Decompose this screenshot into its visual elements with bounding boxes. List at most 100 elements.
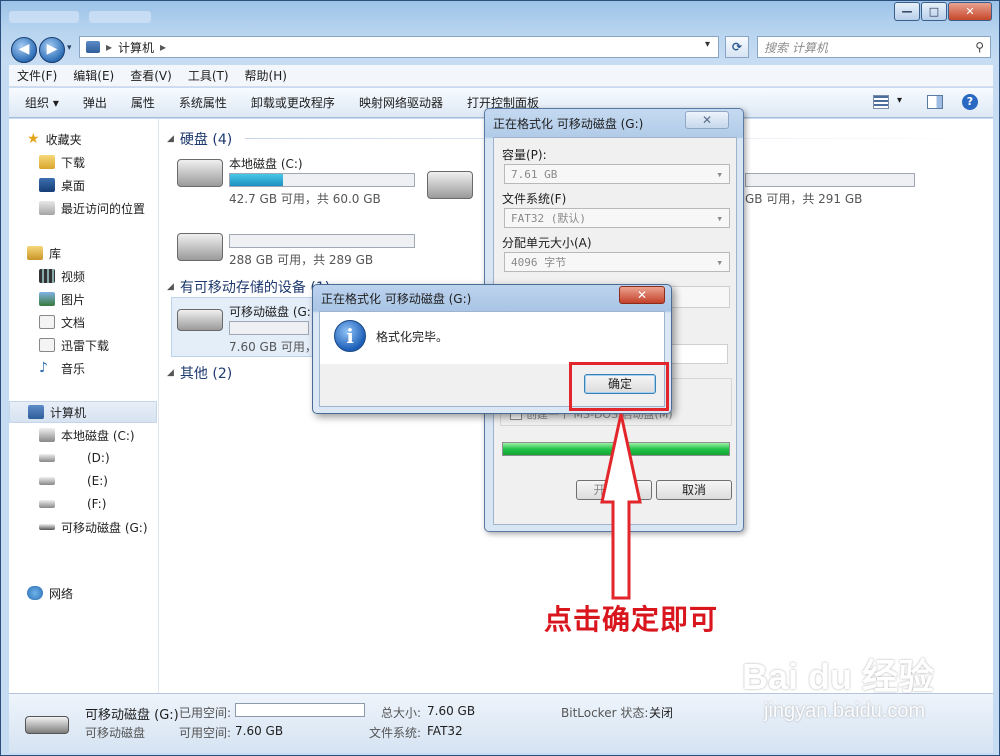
sidebar-item-recent-places[interactable]: 最近访问的位置 <box>39 198 145 218</box>
documents-icon <box>39 315 55 329</box>
cancel-button[interactable]: 取消 <box>656 480 732 500</box>
highlight-box <box>569 362 669 411</box>
sidebar-item-pictures[interactable]: 图片 <box>39 289 85 309</box>
organize-button[interactable]: 组织 ▾ <box>25 94 59 111</box>
sidebar-item-drive-g[interactable]: 可移动磁盘 (G:) <box>39 517 148 537</box>
group-removable[interactable]: ◢ 有可移动存储的设备 (1) <box>167 277 330 297</box>
collapse-chevron-icon: ◢ <box>167 282 174 292</box>
sidebar-libraries[interactable]: 库 <box>27 243 61 263</box>
desktop-icon <box>39 178 55 192</box>
menu-bar: 文件(F) 编辑(E) 查看(V) 工具(T) 帮助(H) <box>9 65 993 87</box>
sidebar-item-drive-e[interactable]: (E:) <box>39 471 108 491</box>
maximize-button[interactable]: □ <box>921 2 947 21</box>
local-disk-icon <box>39 428 55 442</box>
drive-c-info: 42.7 GB 可用，共 60.0 GB <box>229 192 381 206</box>
preview-pane-icon[interactable] <box>927 95 943 109</box>
capacity-select[interactable]: 7.61 GB ▾ <box>504 164 730 184</box>
search-icon[interactable]: ⚲ <box>975 40 984 54</box>
details-used-label: 已用空间: <box>179 706 232 720</box>
help-icon[interactable]: ? <box>962 94 978 110</box>
watermark-url: jingyan.baidu.com <box>764 700 926 722</box>
details-drive-name: 可移动磁盘 (G:) <box>85 708 179 723</box>
breadcrumb-chevron-icon[interactable]: ▸ <box>160 40 166 54</box>
group-hard-disks[interactable]: ◢ 硬盘 (4) <box>167 129 232 149</box>
map-network-drive-button[interactable]: 映射网络驱动器 <box>359 94 443 111</box>
menu-file[interactable]: 文件(F) <box>17 67 57 84</box>
menu-view[interactable]: 查看(V) <box>130 67 172 84</box>
view-options-icon[interactable] <box>873 95 889 109</box>
group-other[interactable]: ◢ 其他 (2) <box>167 363 232 383</box>
drive-d-tile[interactable] <box>177 233 223 261</box>
sidebar-item-music[interactable]: ♪ 音乐 <box>39 358 85 378</box>
sidebar-item-drive-d[interactable]: (D:) <box>39 448 110 468</box>
group-label: 其他 (2) <box>179 366 233 382</box>
sidebar-item-label: (F:) <box>87 497 107 511</box>
address-dropdown-icon[interactable]: ▾ <box>705 39 710 50</box>
view-dropdown-icon[interactable]: ▾ <box>897 95 902 106</box>
drive-icon <box>39 500 55 508</box>
sidebar-item-videos[interactable]: 视频 <box>39 266 85 286</box>
allocation-select[interactable]: 4096 字节 ▾ <box>504 252 730 272</box>
sidebar-item-label: 下载 <box>61 155 86 170</box>
removable-disk-icon <box>177 309 223 331</box>
sidebar-item-drive-c[interactable]: 本地磁盘 (C:) <box>39 425 135 445</box>
sidebar-item-documents[interactable]: 文档 <box>39 312 85 332</box>
sidebar-network-label: 网络 <box>49 586 74 601</box>
uninstall-program-button[interactable]: 卸载或更改程序 <box>251 94 335 111</box>
close-button[interactable]: ✕ <box>948 2 992 21</box>
forward-button[interactable]: ▶ <box>39 37 65 63</box>
menu-edit[interactable]: 编辑(E) <box>73 67 114 84</box>
menu-tools[interactable]: 工具(T) <box>188 67 229 84</box>
format-complete-close-button[interactable]: ✕ <box>619 286 665 304</box>
properties-button[interactable]: 属性 <box>131 94 155 111</box>
details-bitlocker-label: BitLocker 状态: <box>561 706 649 720</box>
details-total-label: 总大小: <box>381 706 422 720</box>
breadcrumb-computer[interactable]: 计算机 <box>118 39 154 56</box>
minimize-button[interactable]: — <box>894 2 920 21</box>
format-dialog-close-button[interactable]: ✕ <box>685 111 729 129</box>
menu-help[interactable]: 帮助(H) <box>245 67 287 84</box>
capacity-value: 7.61 GB <box>511 167 558 181</box>
video-icon <box>39 269 55 283</box>
sidebar-favorites[interactable]: ★ 收藏夹 <box>27 129 82 149</box>
sidebar-network[interactable]: 网络 <box>27 583 73 603</box>
drive-d-usage-bar <box>229 234 415 248</box>
chevron-down-icon: ▾ <box>716 211 723 225</box>
recent-pages-chevron-icon[interactable]: ▾ <box>67 43 72 53</box>
drive-e-tile[interactable] <box>427 171 473 199</box>
sidebar-item-label: 音乐 <box>61 361 86 376</box>
address-bar[interactable]: ▸ 计算机 ▸ <box>79 36 719 58</box>
sidebar-item-label: 可移动磁盘 (G:) <box>61 520 148 535</box>
music-icon: ♪ <box>39 360 48 376</box>
drive-c-tile[interactable] <box>177 159 223 187</box>
drive-icon <box>427 171 473 199</box>
breadcrumb-separator-icon: ▸ <box>106 40 113 54</box>
recent-places-icon <box>39 201 55 215</box>
navigation-pane: ★ 收藏夹 下载 桌面 最近访问的位置 库 视频 图片 文档 迅雷下载 ♪ 音乐… <box>9 119 159 693</box>
sidebar-item-downloads[interactable]: 下载 <box>39 152 85 172</box>
drive-icon <box>39 477 55 485</box>
computer-icon <box>28 405 44 419</box>
details-fs-label: 文件系统: <box>369 726 422 740</box>
filesystem-select[interactable]: FAT32 (默认) ▾ <box>504 208 730 228</box>
downloads-folder-icon <box>39 155 55 169</box>
system-properties-button[interactable]: 系统属性 <box>179 94 227 111</box>
filesystem-value: FAT32 (默认) <box>511 212 586 225</box>
details-free-value: 7.60 GB <box>235 724 284 738</box>
removable-disk-icon <box>39 524 55 530</box>
refresh-icon[interactable]: ⟳ <box>725 36 749 58</box>
collapse-chevron-icon: ◢ <box>167 368 174 378</box>
details-total-value: 7.60 GB <box>427 704 476 718</box>
sidebar-item-thunder-downloads[interactable]: 迅雷下载 <box>39 335 109 355</box>
search-input[interactable]: 搜索 计算机 ⚲ <box>757 36 991 58</box>
drive-icon <box>177 233 223 261</box>
sidebar-item-drive-f[interactable]: (F:) <box>39 494 106 514</box>
message-area <box>320 312 664 364</box>
sidebar-computer[interactable]: 计算机 <box>9 401 157 423</box>
sidebar-item-desktop[interactable]: 桌面 <box>39 175 85 195</box>
eject-button[interactable]: 弹出 <box>83 94 107 111</box>
chevron-down-icon: ▾ <box>716 255 723 269</box>
pictures-icon <box>39 292 55 306</box>
allocation-value: 4096 字节 <box>511 256 567 269</box>
back-button[interactable]: ◀ <box>11 37 37 63</box>
